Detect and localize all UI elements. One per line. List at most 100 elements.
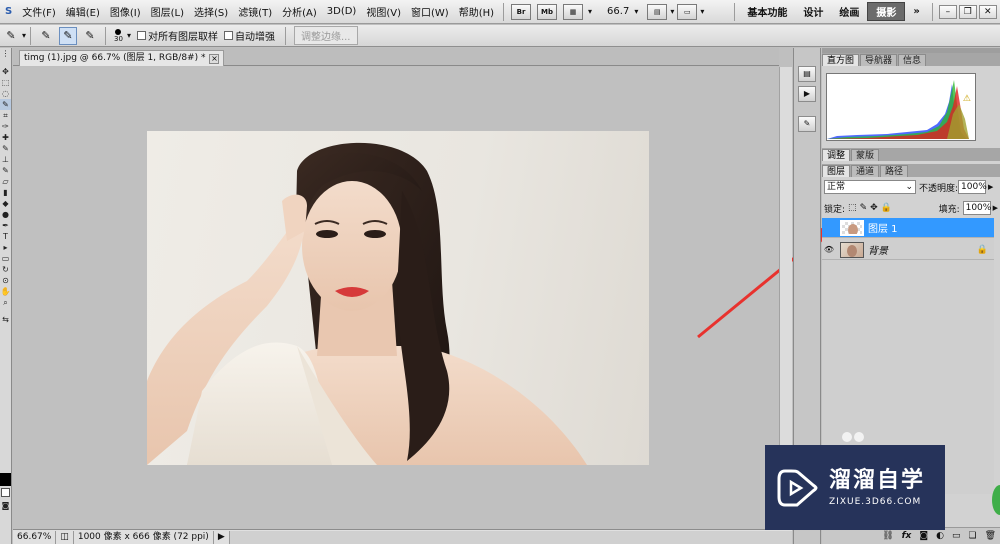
- path-selection-tool-icon[interactable]: ▸: [0, 242, 11, 253]
- quick-mask-icon[interactable]: ◙: [0, 500, 11, 511]
- sample-all-layers-checkbox[interactable]: [136, 31, 146, 40]
- bridge-icon[interactable]: Br: [511, 3, 532, 20]
- 3d-rotate-tool-icon[interactable]: ↻: [0, 264, 11, 275]
- auto-enhance-checkbox[interactable]: [223, 31, 233, 40]
- trash-icon[interactable]: 🗑: [985, 531, 996, 541]
- workspace-design[interactable]: 设计: [795, 4, 831, 19]
- arrange-documents-icon[interactable]: ▤: [647, 3, 668, 20]
- dodge-tool-icon[interactable]: ●: [0, 209, 11, 220]
- shape-tool-icon[interactable]: ▭: [0, 253, 11, 264]
- lock-all-icon[interactable]: 🔒: [881, 203, 892, 213]
- refine-edge-button[interactable]: 调整边缘...: [293, 26, 358, 45]
- layer-visibility-toggle[interactable]: [822, 218, 836, 238]
- blur-tool-icon[interactable]: ◆: [0, 198, 11, 209]
- eraser-tool-icon[interactable]: ▱: [0, 176, 11, 187]
- marquee-tool-icon[interactable]: ⬚: [0, 77, 11, 88]
- layer-row[interactable]: 图层 1: [822, 218, 994, 238]
- brush-picker[interactable]: 30: [114, 28, 123, 43]
- menu-filter[interactable]: 滤镜(T): [233, 4, 277, 19]
- tab-navigator[interactable]: 导航器: [860, 54, 898, 66]
- healing-brush-tool-icon[interactable]: ✚: [0, 132, 11, 143]
- move-tool-icon[interactable]: ✥: [0, 66, 11, 77]
- history-brush-tool-icon[interactable]: ✎: [0, 165, 11, 176]
- eyedropper-tool-icon[interactable]: ✑: [0, 121, 11, 132]
- close-icon[interactable]: ✕: [978, 4, 997, 19]
- new-selection-brush-icon[interactable]: ✎: [37, 27, 55, 45]
- blend-mode-select[interactable]: 正常 ⌄: [824, 180, 916, 194]
- auto-enhance-option[interactable]: 自动增强: [223, 28, 275, 43]
- tab-channels[interactable]: 通道: [851, 165, 880, 177]
- menu-edit[interactable]: 编辑(E): [61, 4, 105, 19]
- horizontal-scrollbar[interactable]: [229, 530, 792, 544]
- sample-all-layers-option[interactable]: 对所有图层取样: [136, 28, 218, 43]
- menu-view[interactable]: 视图(V): [361, 4, 406, 19]
- opacity-arrow-icon[interactable]: ▶: [988, 183, 993, 191]
- menu-help[interactable]: 帮助(H): [454, 4, 499, 19]
- brush-dropdown-icon[interactable]: ▾: [127, 31, 131, 40]
- tab-info[interactable]: 信息: [898, 54, 927, 66]
- brush-tool-icon[interactable]: ✎: [0, 143, 11, 154]
- workspace-painting[interactable]: 绘画: [831, 4, 867, 19]
- fill-input[interactable]: 100%: [962, 201, 991, 215]
- more-workspaces[interactable]: »: [905, 6, 927, 17]
- eye-icon[interactable]: 👁: [822, 240, 836, 260]
- add-to-selection-brush-icon[interactable]: ✎: [59, 26, 78, 45]
- screen-mode-dropdown-icon[interactable]: ▾: [700, 7, 704, 16]
- group-icon[interactable]: ▭: [952, 531, 961, 541]
- tools-grip-icon[interactable]: ⋮: [0, 48, 11, 66]
- lasso-tool-icon[interactable]: ◌: [0, 88, 11, 99]
- link-icon[interactable]: ⛓: [882, 531, 893, 541]
- tab-adjustments[interactable]: 调整: [822, 149, 851, 161]
- menu-file[interactable]: 文件(F): [17, 4, 61, 19]
- histogram-warning-icon[interactable]: ⚠: [963, 94, 971, 104]
- status-share-icon[interactable]: ◫: [56, 530, 74, 544]
- fx-icon[interactable]: fx: [902, 531, 912, 541]
- fill-arrow-icon[interactable]: ▶: [993, 204, 998, 212]
- status-zoom[interactable]: 66.67%: [13, 530, 57, 544]
- view-extras-icon[interactable]: ▦: [563, 3, 584, 20]
- zoom-tool-icon[interactable]: ⌕: [0, 297, 11, 308]
- lock-image-icon[interactable]: ✎: [860, 203, 868, 213]
- pen-tool-icon[interactable]: ✒: [0, 220, 11, 231]
- lock-position-icon[interactable]: ✥: [870, 203, 878, 213]
- opacity-input[interactable]: 100%: [958, 180, 987, 194]
- 3d-camera-tool-icon[interactable]: ⊙: [0, 275, 11, 286]
- close-tab-icon[interactable]: ×: [209, 53, 220, 64]
- adjustment-icon[interactable]: ◐: [936, 531, 944, 541]
- clone-stamp-tool-icon[interactable]: ⊥: [0, 154, 11, 165]
- zoom-dropdown-icon[interactable]: ▾: [634, 7, 638, 16]
- actions-panel-icon[interactable]: ▶: [798, 86, 816, 102]
- gradient-tool-icon[interactable]: ▮: [0, 187, 11, 198]
- document-canvas-image[interactable]: [147, 131, 649, 465]
- zoom-level[interactable]: 66.7: [602, 6, 634, 17]
- menu-select[interactable]: 选择(S): [189, 4, 233, 19]
- menu-window[interactable]: 窗口(W): [406, 4, 454, 19]
- quick-selection-tool-icon[interactable]: ✎: [0, 99, 11, 110]
- menu-3d[interactable]: 3D(D): [322, 6, 362, 17]
- minimize-icon[interactable]: –: [938, 4, 957, 19]
- status-menu-arrow-icon[interactable]: ▶: [214, 530, 230, 544]
- layer-name[interactable]: 背景: [868, 242, 888, 257]
- foreground-color-swatch[interactable]: [0, 473, 11, 486]
- new-layer-icon[interactable]: ❏: [968, 531, 976, 541]
- lock-transparent-icon[interactable]: ⬚: [848, 203, 857, 213]
- layer-row[interactable]: 👁 背景 🔒: [822, 240, 994, 260]
- swap-colors-icon[interactable]: ⇆: [0, 314, 11, 325]
- restore-icon[interactable]: ❐: [958, 4, 977, 19]
- workspace-essentials[interactable]: 基本功能: [739, 4, 795, 19]
- crop-tool-icon[interactable]: ⌗: [0, 110, 11, 121]
- screen-mode-icon[interactable]: ▭: [677, 3, 698, 20]
- menu-layer[interactable]: 图层(L): [146, 4, 189, 19]
- notes-panel-icon[interactable]: ✎: [798, 116, 816, 132]
- menu-image[interactable]: 图像(I): [105, 4, 146, 19]
- tab-histogram[interactable]: 直方图: [822, 54, 860, 66]
- arrange-dropdown-icon[interactable]: ▾: [670, 7, 674, 16]
- tab-layers[interactable]: 图层: [822, 165, 851, 177]
- dropdown-arrow-icon[interactable]: ▾: [588, 7, 592, 16]
- tab-paths[interactable]: 路径: [880, 165, 909, 177]
- workspace-photography[interactable]: 摄影: [867, 2, 906, 21]
- history-panel-icon[interactable]: ▤: [798, 66, 816, 82]
- tool-preset-icon[interactable]: ✎: [2, 27, 20, 45]
- type-tool-icon[interactable]: T: [0, 231, 11, 242]
- mini-bridge-icon[interactable]: Mb: [537, 3, 558, 20]
